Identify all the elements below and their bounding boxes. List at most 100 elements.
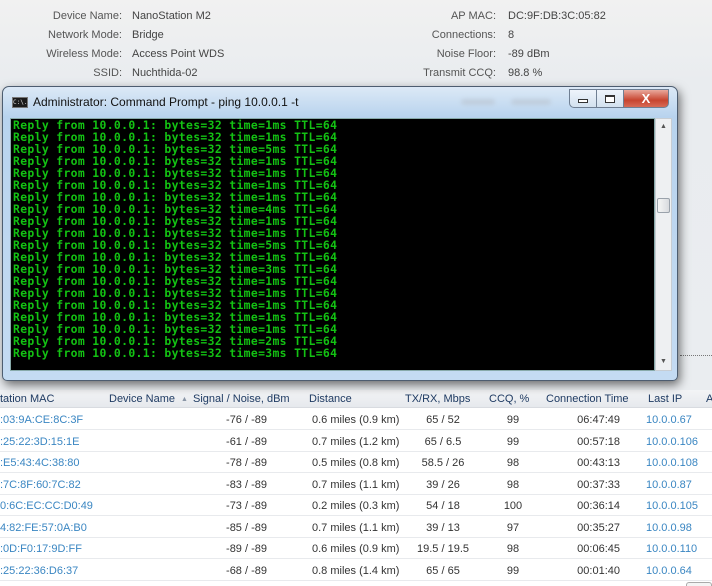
- connection-time: 00:35:27: [577, 521, 620, 534]
- last-ip[interactable]: 10.0.0.106: [646, 435, 698, 449]
- station-mac[interactable]: :25:22:36:D6:37: [0, 564, 78, 578]
- status-noise-floor: Noise Floor: -89 dBm: [0, 47, 712, 61]
- maximize-button[interactable]: [596, 89, 623, 108]
- table-header: tation MAC Device Name ▲ Signal / Noise, …: [0, 390, 712, 408]
- station-mac[interactable]: 0:6C:EC:CC:D0:49: [0, 499, 93, 513]
- table-row: :03:9A:CE:8C:3F -76 / -89 0.6 miles (0.9 k…: [0, 409, 712, 430]
- status-label: Transmit CCQ:: [423, 67, 496, 79]
- last-ip[interactable]: 10.0.0.105: [646, 499, 698, 513]
- last-ip[interactable]: 10.0.0.67: [646, 413, 692, 427]
- blurred-text: [461, 99, 495, 105]
- connection-time: 00:57:18: [577, 435, 620, 448]
- distance: 0.2 miles (0.3 km): [312, 500, 400, 512]
- txrx-rate: 54 / 18: [426, 500, 460, 512]
- distance: 0.5 miles (0.8 km): [312, 457, 400, 469]
- last-ip[interactable]: 10.0.0.110: [646, 542, 697, 556]
- sort-ascending-icon: ▲: [181, 396, 188, 403]
- close-button[interactable]: X: [623, 89, 669, 108]
- scroll-up-arrow-icon[interactable]: ▲: [656, 119, 671, 135]
- scroll-down-arrow-icon[interactable]: ▼: [656, 354, 671, 370]
- minimize-button[interactable]: [569, 89, 596, 108]
- connection-time: 06:47:49: [577, 414, 620, 426]
- connection-time: 00:37:33: [577, 478, 620, 491]
- ccq: 98: [506, 478, 520, 491]
- status-value: 8: [508, 29, 515, 41]
- status-value: 98.8 %: [508, 67, 543, 79]
- ccq: 100: [503, 500, 523, 512]
- station-mac[interactable]: :03:9A:CE:8C:3F: [0, 413, 83, 427]
- blurred-text: [511, 99, 551, 105]
- station-mac[interactable]: :0D:F0:17:9D:FF: [0, 542, 82, 556]
- last-ip[interactable]: 10.0.0.87: [646, 478, 692, 492]
- col-station-mac[interactable]: tation MAC: [0, 392, 54, 406]
- signal-noise: -76 / -89: [226, 414, 267, 426]
- status-label: AP MAC:: [450, 10, 496, 22]
- status-label: Connections:: [431, 29, 496, 41]
- distance: 0.7 miles (1.2 km): [312, 435, 400, 448]
- table-row: :E5:43:4C:38:80 -78 / -89 0.5 miles (0.8 k…: [0, 452, 712, 473]
- maximize-icon: [605, 94, 615, 103]
- distance: 0.7 miles (1.1 km): [312, 521, 400, 534]
- close-icon: X: [641, 91, 651, 106]
- col-ccq[interactable]: CCQ, %: [489, 392, 529, 406]
- station-mac[interactable]: :25:22:3D:15:1E: [0, 435, 80, 449]
- col-device-name[interactable]: Device Name ▲: [109, 392, 192, 408]
- station-mac[interactable]: 4:82:FE:57:0A:B0: [0, 521, 87, 535]
- last-ip[interactable]: 10.0.0.64: [646, 564, 692, 578]
- ccq: 98: [506, 543, 520, 555]
- connection-time: 00:01:40: [577, 564, 620, 577]
- table-row: :25:22:36:D6:37 -68 / -89 0.8 miles (1.4 k…: [0, 560, 712, 581]
- last-ip[interactable]: 10.0.0.108: [646, 456, 698, 470]
- cmd-icon: C:\.: [12, 97, 28, 108]
- ccq: 99: [506, 414, 520, 426]
- col-signal-noise[interactable]: Signal / Noise, dBm: [193, 392, 290, 406]
- col-distance[interactable]: Distance: [309, 392, 352, 406]
- col-action[interactable]: A: [706, 392, 712, 406]
- distance: 0.6 miles (0.9 km): [312, 543, 400, 555]
- command-prompt-window[interactable]: C:\. Administrator: Command Prompt - pin…: [2, 86, 678, 381]
- col-last-ip[interactable]: Last IP: [648, 392, 682, 406]
- vertical-scrollbar[interactable]: ▲ ▼: [655, 118, 672, 371]
- col-label: Device Name: [109, 393, 176, 405]
- col-connection-time[interactable]: Connection Time: [546, 392, 629, 406]
- signal-noise: -68 / -89: [226, 564, 267, 577]
- ccq: 99: [506, 435, 520, 448]
- table-row: :25:22:3D:15:1E -61 / -89 0.7 miles (1.2 k…: [0, 431, 712, 452]
- stations-table: tation MAC Device Name ▲ Signal / Noise, …: [0, 390, 712, 586]
- signal-noise: -78 / -89: [226, 457, 267, 469]
- console-output[interactable]: Reply from 10.0.0.1: bytes=32 time=1ms T…: [10, 118, 655, 371]
- ccq: 98: [506, 457, 520, 469]
- ccq: 99: [506, 564, 520, 577]
- console-lines: Reply from 10.0.0.1: bytes=32 time=1ms T…: [13, 119, 337, 359]
- screen: Device Name: NanoStation M2 Network Mode…: [0, 0, 712, 586]
- scroll-thumb[interactable]: [657, 198, 670, 213]
- page-button[interactable]: [686, 582, 712, 586]
- signal-noise: -89 / -89: [226, 543, 267, 555]
- txrx-rate: 65 / 52: [426, 414, 460, 426]
- status-ap-mac: AP MAC: DC:9F:DB:3C:05:82: [0, 9, 712, 23]
- table-row: 4:82:FE:57:0A:B0 -85 / -89 0.7 miles (1.1 …: [0, 517, 712, 538]
- connection-time: 00:43:13: [577, 457, 620, 469]
- last-ip[interactable]: 10.0.0.98: [646, 521, 692, 535]
- table-row: :0D:F0:17:9D:FF -89 / -89 0.6 miles (0.9 k…: [0, 538, 712, 559]
- col-txrx[interactable]: TX/RX, Mbps: [405, 392, 470, 406]
- signal-noise: -61 / -89: [226, 435, 267, 448]
- signal-noise: -83 / -89: [226, 478, 267, 491]
- txrx-rate: 65 / 65: [426, 564, 460, 577]
- txrx-rate: 65 / 6.5: [424, 435, 462, 448]
- distance: 0.6 miles (0.9 km): [312, 414, 400, 426]
- station-mac[interactable]: :E5:43:4C:38:80: [0, 456, 80, 470]
- station-mac[interactable]: :7C:8F:60:7C:82: [0, 478, 81, 492]
- status-label: Noise Floor:: [436, 48, 496, 60]
- connection-time: 00:06:45: [577, 543, 620, 555]
- divider: [680, 355, 712, 356]
- table-row: :7C:8F:60:7C:82 -83 / -89 0.7 miles (1.1 k…: [0, 474, 712, 495]
- ccq: 97: [506, 521, 520, 534]
- window-controls: X: [569, 89, 669, 108]
- status-connections: Connections: 8: [0, 28, 712, 42]
- status-transmit-ccq: Transmit CCQ: 98.8 %: [0, 66, 712, 80]
- signal-noise: -85 / -89: [226, 521, 267, 534]
- txrx-rate: 19.5 / 19.5: [417, 543, 469, 555]
- txrx-rate: 39 / 13: [426, 521, 460, 534]
- distance: 0.8 miles (1.4 km): [312, 564, 400, 577]
